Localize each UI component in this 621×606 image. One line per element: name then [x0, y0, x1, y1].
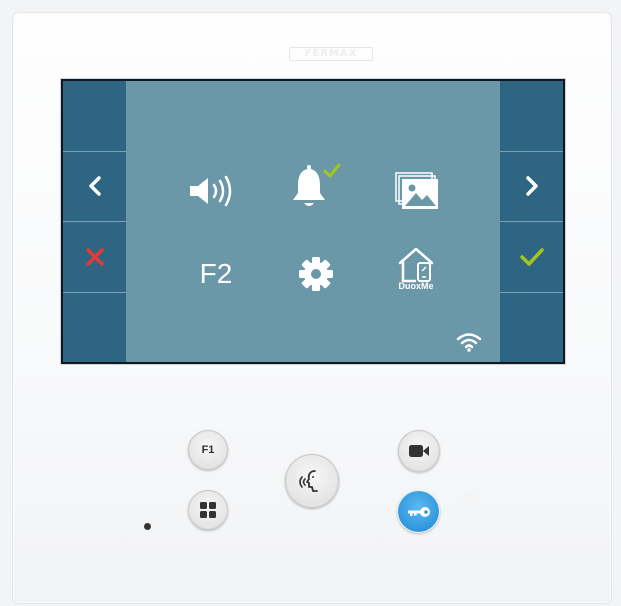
speaker-volume-icon	[190, 175, 232, 207]
menu-panel: F2 DuoxMe	[126, 81, 500, 362]
right-softkey-empty-bottom[interactable]	[500, 293, 563, 363]
left-softkey-empty-bottom[interactable]	[63, 293, 126, 363]
right-softkey-column	[500, 81, 563, 362]
call-button[interactable]	[285, 454, 339, 508]
bell-icon	[293, 163, 341, 206]
f2-label: F2	[199, 258, 233, 289]
menu-grid-icon	[200, 502, 216, 518]
back-button[interactable]	[63, 152, 126, 222]
gear-icon	[299, 257, 333, 291]
microphone-hole	[144, 523, 151, 530]
wifi-indicator-icon	[461, 493, 479, 507]
chevron-left-icon	[88, 176, 101, 196]
touch-screen: F2 DuoxMe	[61, 79, 565, 364]
checkmark-icon	[519, 248, 544, 266]
wifi-status-icon	[456, 333, 482, 352]
voice-call-icon	[299, 470, 318, 492]
f1-button[interactable]: F1	[188, 430, 228, 470]
key-icon	[407, 506, 430, 517]
left-softkey-column	[63, 81, 126, 362]
brand-logo: FERMAX	[289, 47, 373, 61]
duoxme-menu-item[interactable]: DuoxMe	[366, 233, 466, 303]
chevron-right-icon	[525, 176, 538, 196]
left-softkey-empty-top[interactable]	[63, 81, 126, 152]
duoxme-home-icon	[398, 247, 434, 283]
bell-active-check	[323, 163, 341, 178]
menu-button[interactable]	[188, 490, 228, 530]
duoxme-label: DuoxMe	[398, 281, 434, 291]
settings-menu-item[interactable]	[266, 239, 366, 309]
ring-menu-item[interactable]	[266, 153, 366, 223]
gallery-menu-item[interactable]	[366, 156, 466, 226]
door-open-button[interactable]	[397, 490, 440, 533]
confirm-button[interactable]	[500, 222, 563, 293]
cancel-button[interactable]	[63, 222, 126, 293]
forward-button[interactable]	[500, 152, 563, 222]
f2-menu-item[interactable]: F2	[166, 239, 266, 309]
volume-menu-item[interactable]	[166, 156, 266, 226]
close-icon	[85, 248, 104, 266]
gallery-icon	[395, 172, 438, 209]
camera-icon	[409, 445, 429, 457]
camera-button[interactable]	[398, 430, 440, 472]
right-softkey-empty-top[interactable]	[500, 81, 563, 152]
f1-label: F1	[201, 444, 215, 456]
